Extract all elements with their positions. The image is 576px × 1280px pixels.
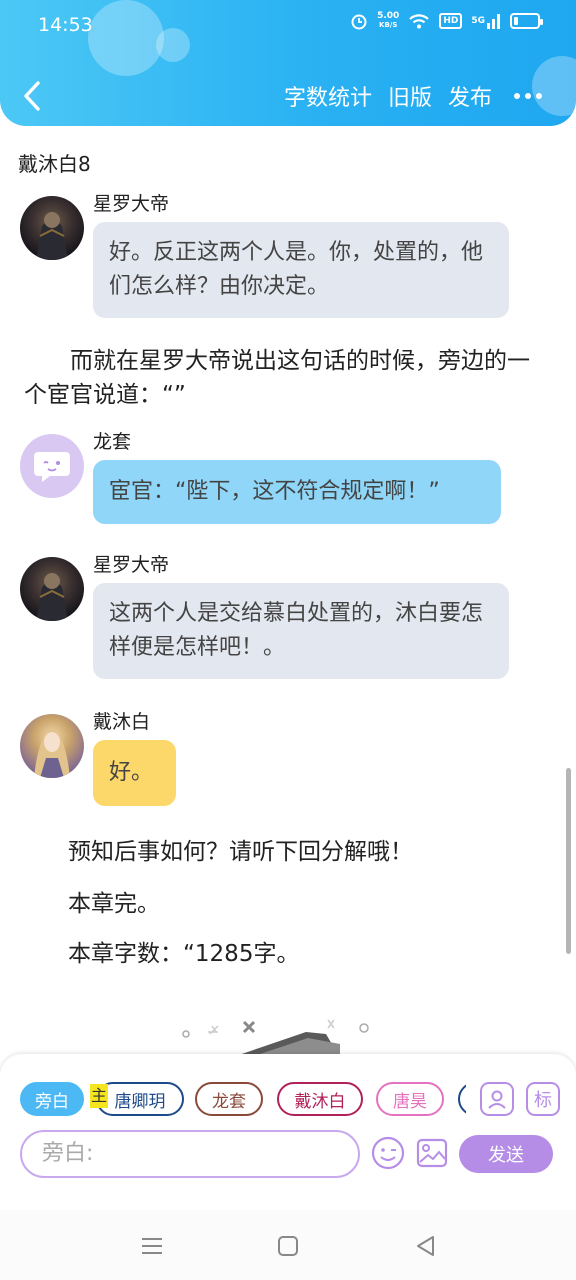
header-actions: 字数统计 旧版 发布 — [284, 80, 542, 112]
ending-line[interactable]: 本章完。 — [68, 884, 160, 918]
more-dot — [536, 93, 542, 99]
alarm-icon — [350, 12, 368, 30]
more-button[interactable] — [514, 93, 542, 99]
message-bubble[interactable]: 好。反正这两个人是。你，处置的，他们怎么样？由你决定。 — [93, 222, 509, 318]
role-chip[interactable]: 唐昊 — [376, 1082, 444, 1116]
loading-illustration — [182, 1019, 369, 1058]
old-version-button[interactable]: 旧版 — [388, 80, 432, 112]
chat-face-icon — [34, 452, 70, 482]
publish-button[interactable]: 发布 — [448, 80, 492, 112]
ending-line[interactable]: 本章字数：“1285字。 — [68, 934, 299, 968]
header: 14:53 5.00 KB/S HD 5G 字数统计 旧版 发布 — [0, 0, 576, 126]
message-input[interactable]: 旁白: — [20, 1130, 360, 1178]
home-nav-button[interactable] — [274, 1232, 302, 1260]
network-speed: 5.00 KB/S — [377, 12, 399, 30]
speaker-name: 龙套 — [93, 431, 132, 453]
role-chip-partial[interactable] — [458, 1082, 466, 1116]
system-navbar — [0, 1210, 576, 1280]
back-triangle-icon — [417, 1236, 434, 1256]
avatar[interactable] — [20, 196, 84, 260]
hd-badge: HD — [439, 13, 463, 29]
main-role-tag: 主 — [90, 1084, 108, 1108]
speaker-name: 星罗大帝 — [93, 193, 170, 215]
back-button[interactable] — [14, 74, 54, 118]
net-label: 5G — [471, 16, 485, 26]
role-chip[interactable]: 唐卿玥 — [96, 1082, 184, 1116]
role-chip[interactable]: 戴沐白 — [277, 1082, 363, 1116]
role-chips: 旁白 唐卿玥 龙套 戴沐白 唐昊 — [20, 1080, 466, 1120]
decor-bubble — [88, 0, 164, 76]
wifi-icon — [408, 12, 430, 30]
speed-unit: KB/S — [379, 21, 398, 29]
message-bubble[interactable]: 这两个人是交给慕白处置的，沐白要怎样便是怎样吧！。 — [93, 583, 509, 679]
app-screen: 14:53 5.00 KB/S HD 5G 字数统计 旧版 发布 戴沐白8 星罗… — [0, 0, 576, 1280]
chat-message[interactable]: 星罗大帝 好。反正这两个人是。你，处置的，他们怎么样？由你决定。 — [20, 193, 509, 318]
role-chip-narrator[interactable]: 旁白 — [20, 1082, 84, 1116]
send-button[interactable]: 发送 — [459, 1135, 553, 1173]
back-nav-button[interactable] — [412, 1232, 440, 1260]
chevron-left-icon — [24, 81, 40, 111]
image-button[interactable] — [415, 1136, 449, 1170]
role-chip[interactable]: 龙套 — [195, 1082, 263, 1116]
narration-text[interactable]: 而就在星罗大帝说出这句话的时候，旁边的一个宦官说道：“” — [24, 344, 544, 412]
emoji-icon — [371, 1136, 405, 1170]
decor-bubble — [156, 28, 190, 62]
speed-value: 5.00 — [377, 11, 400, 21]
status-time: 14:53 — [38, 14, 93, 36]
role-manage-button[interactable] — [480, 1082, 514, 1116]
avatar[interactable] — [20, 714, 84, 778]
home-square-icon — [278, 1236, 298, 1256]
speaker-name: 星罗大帝 — [93, 554, 170, 576]
speaker-name: 戴沐白 — [93, 711, 151, 733]
chat-message[interactable]: 戴沐白 好。 — [20, 711, 176, 806]
tag-button[interactable]: 标 — [526, 1082, 560, 1116]
menu-nav-button[interactable] — [138, 1232, 166, 1260]
avatar[interactable] — [20, 557, 84, 621]
chapter-title: 戴沐白8 — [18, 152, 91, 176]
signal-icon: 5G — [471, 13, 501, 29]
menu-icon — [142, 1238, 162, 1254]
emoji-button[interactable] — [371, 1136, 405, 1170]
status-icons: 5.00 KB/S HD 5G — [350, 12, 543, 30]
image-icon — [416, 1138, 448, 1168]
scrollbar[interactable] — [566, 768, 571, 954]
word-count-button[interactable]: 字数统计 — [284, 80, 372, 112]
more-dot — [525, 93, 531, 99]
more-dot — [514, 93, 520, 99]
ending-line[interactable]: 预知后事如何？请听下回分解哦！ — [68, 832, 413, 866]
chat-message[interactable]: 星罗大帝 这两个人是交给慕白处置的，沐白要怎样便是怎样吧！。 — [20, 554, 509, 679]
message-bubble[interactable]: 好。 — [93, 740, 176, 806]
battery-icon — [510, 13, 543, 29]
chat-message[interactable]: 龙套 宦官：“陛下，这不符合规定啊！” — [20, 431, 501, 524]
avatar[interactable] — [20, 434, 84, 498]
person-icon — [488, 1090, 506, 1109]
message-bubble[interactable]: 宦官：“陛下，这不符合规定啊！” — [93, 460, 501, 524]
